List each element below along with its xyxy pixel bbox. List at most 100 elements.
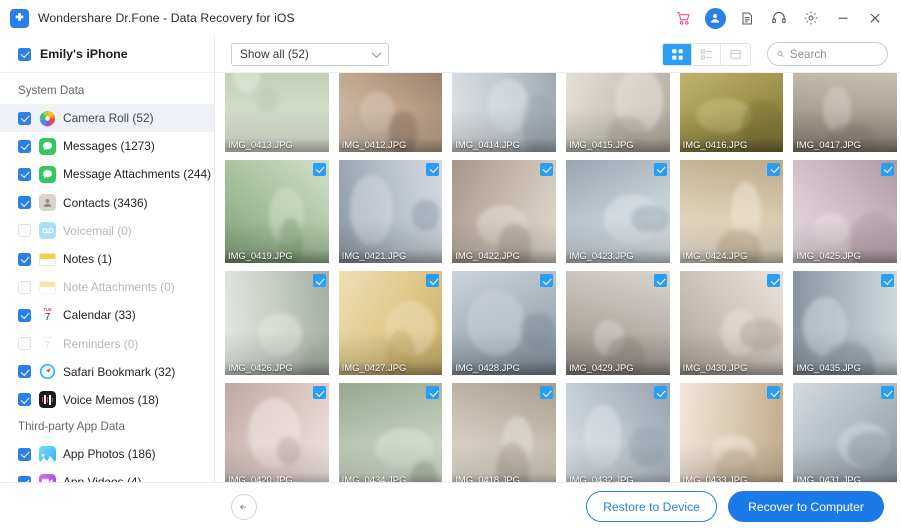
photo-thumbnail[interactable]: IMG_0433.JPG: [679, 383, 784, 482]
photo-filename: IMG_0421.JPG: [338, 249, 443, 264]
photo-filename: IMG_0434.JPG: [338, 472, 443, 482]
photo-thumbnail[interactable]: IMG_0423.JPG: [565, 159, 670, 264]
photo-checkbox[interactable]: [426, 274, 440, 288]
sidebar-item-checkbox[interactable]: [18, 139, 31, 153]
sidebar-group-label: System Data: [18, 84, 85, 97]
photo-thumbnail[interactable]: IMG_0421.JPG: [338, 159, 443, 264]
photo-thumbnail[interactable]: IMG_0413.JPG: [225, 73, 329, 152]
photo-checkbox[interactable]: [653, 274, 667, 288]
photo-checkbox[interactable]: [539, 274, 553, 288]
sidebar-item-safari-bookmark[interactable]: Safari Bookmark (32): [0, 358, 214, 386]
sidebar-item-camera-roll[interactable]: Camera Roll (52): [0, 104, 214, 133]
restore-to-device-button[interactable]: Restore to Device: [586, 491, 717, 522]
sidebar-item-calendar[interactable]: TUE 7 Calendar (33): [0, 301, 214, 329]
contacts-icon: [39, 194, 56, 212]
photo-thumbnail[interactable]: IMG_0434.JPG: [338, 383, 443, 482]
back-button[interactable]: [231, 493, 257, 520]
photo-thumbnail[interactable]: IMG_0418.JPG: [452, 383, 556, 482]
search-box[interactable]: [767, 42, 888, 66]
photo-thumbnail[interactable]: IMG_0412.JPG: [338, 73, 443, 152]
photo-thumbnail[interactable]: IMG_0431.JPG: [793, 383, 897, 482]
photo-checkbox[interactable]: [426, 162, 440, 176]
photo-checkbox[interactable]: [880, 386, 894, 400]
sidebar-item-label: Calendar (33): [63, 308, 136, 323]
photo-thumbnail[interactable]: IMG_0420.JPG: [225, 383, 329, 482]
device-checkbox[interactable]: [18, 47, 31, 61]
cart-icon[interactable]: [667, 2, 699, 34]
settings-icon[interactable]: [795, 2, 827, 34]
photo-thumbnail[interactable]: IMG_0427.JPG: [338, 271, 443, 376]
photo-checkbox[interactable]: [653, 162, 667, 176]
sidebar-item-contacts[interactable]: Contacts (3436): [0, 189, 214, 217]
sidebar-item-label: Note Attachments (0): [63, 280, 175, 295]
photo-checkbox[interactable]: [539, 162, 553, 176]
sidebar-item-checkbox[interactable]: [18, 252, 31, 266]
sidebar-item-checkbox[interactable]: [18, 111, 31, 125]
photo-filename: IMG_0412.JPG: [338, 137, 443, 152]
photo-checkbox[interactable]: [653, 386, 667, 400]
sidebar-item-label: App Photos (186): [63, 447, 156, 462]
photo-checkbox[interactable]: [426, 386, 440, 400]
sidebar-item-app-videos[interactable]: App Videos (4): [0, 468, 214, 482]
photo-thumbnail[interactable]: IMG_0426.JPG: [225, 271, 329, 375]
sidebar-item-notes[interactable]: Notes (1): [0, 245, 214, 273]
search-input[interactable]: [789, 47, 878, 61]
safari-icon: [39, 363, 56, 380]
sidebar: Emily's iPhone System Data Camera Roll (5…: [0, 36, 215, 482]
list-view-button[interactable]: [692, 43, 721, 65]
photo-checkbox[interactable]: [312, 386, 326, 400]
thumbnail-view-button[interactable]: [721, 43, 750, 65]
register-icon[interactable]: [731, 2, 763, 34]
sidebar-item-voicemail[interactable]: Voicemail (0): [0, 217, 214, 245]
photo-checkbox[interactable]: [767, 162, 781, 176]
sidebar-item-checkbox[interactable]: [18, 224, 31, 238]
filter-dropdown[interactable]: Show all (52): [231, 42, 389, 66]
photo-thumbnail[interactable]: IMG_0416.JPG: [679, 73, 784, 152]
sidebar-item-checkbox[interactable]: [18, 447, 31, 461]
sidebar-item-reminders[interactable]: TUE 7 Reminders (0): [0, 330, 214, 358]
photo-thumbnail[interactable]: IMG_0430.JPG: [679, 271, 784, 376]
photo-image: [565, 271, 670, 376]
dr-fone-logo-icon: [10, 8, 29, 28]
sidebar-item-checkbox[interactable]: [18, 196, 31, 210]
sidebar-item-note-attachments[interactable]: Note Attachments (0): [0, 273, 214, 301]
photo-thumbnail[interactable]: IMG_0419.JPG: [225, 159, 329, 264]
photo-thumbnail[interactable]: IMG_0422.JPG: [452, 159, 556, 264]
support-icon[interactable]: [763, 2, 795, 34]
photo-thumbnail[interactable]: IMG_0424.JPG: [679, 159, 784, 264]
close-icon[interactable]: [859, 2, 891, 34]
account-icon[interactable]: [699, 2, 731, 34]
sidebar-item-checkbox[interactable]: [18, 167, 31, 181]
photo-filename: IMG_0432.JPG: [565, 472, 670, 482]
photo-thumbnail[interactable]: IMG_0414.JPG: [452, 73, 556, 152]
photo-checkbox[interactable]: [312, 162, 326, 176]
sidebar-item-voice-memos[interactable]: Voice Memos (18): [0, 386, 214, 414]
photo-thumbnail[interactable]: IMG_0429.JPG: [565, 271, 670, 376]
photo-checkbox[interactable]: [880, 162, 894, 176]
photo-thumbnail[interactable]: IMG_0428.JPG: [452, 271, 556, 375]
sidebar-item-app-photos[interactable]: App Photos (186): [0, 440, 214, 468]
photo-thumbnail[interactable]: IMG_0435.JPG: [793, 271, 897, 375]
minimize-icon[interactable]: [827, 2, 859, 34]
photo-thumbnail[interactable]: IMG_0425.JPG: [793, 159, 897, 264]
photo-checkbox[interactable]: [880, 274, 894, 288]
photo-grid-container[interactable]: IMG_0413.JPG IMG_0412.JPG IMG_0414.JPG IMG_…: [215, 73, 901, 482]
photo-checkbox[interactable]: [539, 386, 553, 400]
filter-value: Show all (52): [240, 47, 309, 61]
sidebar-item-message-attachments[interactable]: Message Attachments (244): [0, 160, 214, 188]
recover-to-computer-button[interactable]: Recover to Computer: [728, 491, 884, 522]
photo-thumbnail[interactable]: IMG_0417.JPG: [793, 73, 897, 152]
photo-thumbnail[interactable]: IMG_0432.JPG: [565, 383, 670, 482]
sidebar-item-checkbox[interactable]: [18, 280, 31, 294]
photo-thumbnail[interactable]: IMG_0415.JPG: [565, 73, 670, 152]
sidebar-item-checkbox[interactable]: [18, 308, 31, 322]
photo-checkbox[interactable]: [312, 274, 326, 288]
device-row[interactable]: Emily's iPhone: [0, 36, 214, 73]
sidebar-item-checkbox[interactable]: [18, 337, 31, 351]
photo-checkbox[interactable]: [767, 274, 781, 288]
photo-checkbox[interactable]: [767, 386, 781, 400]
sidebar-item-checkbox[interactable]: [18, 393, 31, 407]
grid-view-button[interactable]: [663, 43, 692, 65]
sidebar-item-checkbox[interactable]: [18, 365, 31, 379]
sidebar-item-messages[interactable]: Messages (1273): [0, 132, 214, 160]
